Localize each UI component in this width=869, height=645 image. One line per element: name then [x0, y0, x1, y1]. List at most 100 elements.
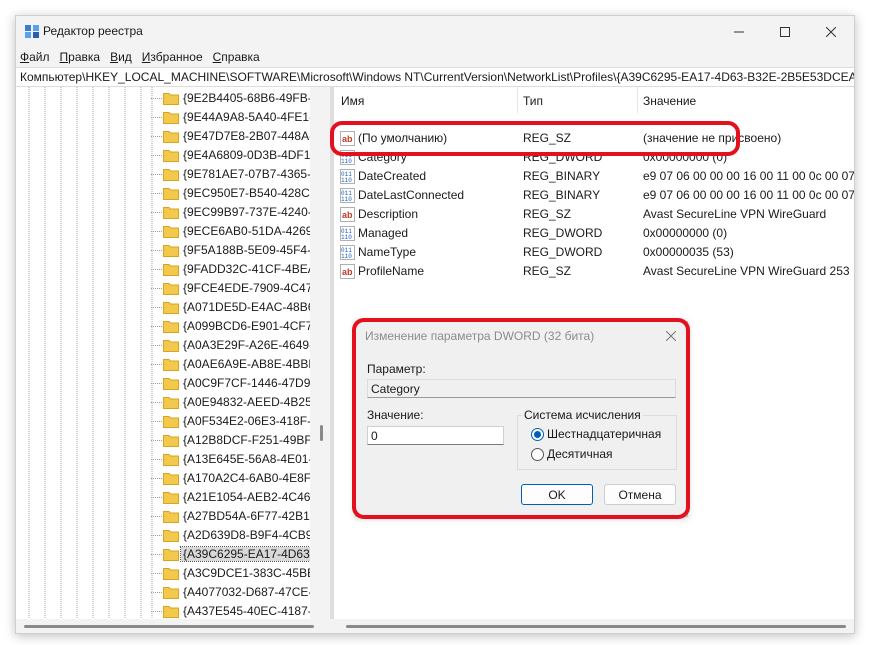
tree-connector	[151, 421, 162, 422]
tree-item[interactable]: {A0A3E29F-A26E-4649-8	[151, 336, 310, 355]
tree-item[interactable]: {9FCE4EDE-7909-4C47-8	[151, 279, 310, 298]
folder-icon	[163, 321, 179, 333]
list-hscroll-thumb[interactable]	[346, 625, 846, 628]
menu-edit[interactable]: Правка	[55, 47, 106, 67]
tree-item[interactable]: {A071DE5D-E4AC-48B6-	[151, 298, 310, 317]
tree-item[interactable]: {A0F534E2-06E3-418F-83	[151, 412, 310, 431]
tree-connector	[151, 516, 162, 517]
tree-item-label: {A27BD54A-6F77-42B1-8	[183, 509, 310, 523]
tree-connector	[151, 155, 162, 156]
svg-text:ab: ab	[342, 210, 353, 220]
tree-item[interactable]: {A12B8DCF-F251-49BF-E	[151, 431, 310, 450]
tree-item[interactable]: {9E2B4405-68B6-49FB-A	[151, 89, 310, 108]
tree-item[interactable]: {9E4A6809-0D3B-4DF1-8	[151, 146, 310, 165]
maximize-button[interactable]	[762, 16, 808, 47]
value-row[interactable]: ab Description REG_SZ Avast SecureLine VPN …	[334, 205, 854, 224]
column-separator	[637, 87, 638, 113]
tree-item[interactable]: {A4077032-D687-47CE-A	[151, 583, 310, 602]
dialog-close-button[interactable]	[661, 326, 681, 346]
dialog-title: Изменение параметра DWORD (32 бита)	[365, 329, 595, 343]
cancel-button[interactable]: Отмена	[604, 484, 676, 505]
radio-hexadecimal[interactable]: Шестнадцатеричная	[531, 427, 681, 443]
menu-view[interactable]: Вид	[105, 47, 137, 67]
value-row[interactable]: 011 110 NameType REG_DWORD 0x00000035 (53)	[334, 243, 854, 262]
value-name: DateCreated	[358, 169, 427, 183]
tree-item[interactable]: {A0C9F7CF-1446-47D9-E	[151, 374, 310, 393]
address-bar[interactable]: Компьютер\HKEY_LOCAL_MACHINE\SOFTWARE\Mi…	[16, 67, 854, 87]
svg-text:110: 110	[341, 196, 352, 203]
value-row[interactable]: 011 110 Managed REG_DWORD 0x00000000 (0)	[334, 224, 854, 243]
tree-item[interactable]: {A27BD54A-6F77-42B1-8	[151, 507, 310, 526]
folder-icon	[163, 340, 179, 352]
registry-key-tree[interactable]: {9E2B4405-68B6-49FB-A {9E44A9A8-5A40-4FE1…	[16, 87, 310, 619]
tree-item[interactable]: {A13E645E-56A8-4E01-A	[151, 450, 310, 469]
ok-button[interactable]: OK	[521, 484, 593, 505]
svg-text:110: 110	[341, 253, 352, 260]
tree-connector	[151, 136, 162, 137]
tree-connector	[151, 345, 162, 346]
folder-icon	[163, 473, 179, 485]
tree-item[interactable]: {9E44A9A8-5A40-4FE1-A	[151, 108, 310, 127]
menu-help[interactable]: Справка	[208, 47, 265, 67]
tree-item-label: {A0C9F7CF-1446-47D9-E	[183, 376, 310, 390]
tree-connector	[151, 364, 162, 365]
tree-connector	[151, 383, 162, 384]
tree-item[interactable]: {9F5A188B-5E09-45F4-B(	[151, 241, 310, 260]
tree-item[interactable]: {A21E1054-AEB2-4C46-9	[151, 488, 310, 507]
radio-dot	[531, 428, 544, 441]
tree-item[interactable]: {A2D639D8-B9F4-4CB9-	[151, 526, 310, 545]
tree-item[interactable]: {9EC950E7-B540-428C-8	[151, 184, 310, 203]
close-icon	[826, 26, 836, 37]
value-name: Category	[358, 150, 407, 164]
window-title: Редактор реестра	[43, 24, 143, 38]
minimize-button[interactable]	[716, 16, 762, 47]
tree-item[interactable]: {A099BCD6-E901-4CF7-8	[151, 317, 310, 336]
title-bar[interactable]: Редактор реестра	[16, 16, 854, 47]
value-type: REG_BINARY	[523, 188, 601, 202]
folder-icon	[163, 245, 179, 257]
tree-item-label: {A0F534E2-06E3-418F-83	[183, 414, 310, 428]
tree-vertical-scrollbar[interactable]	[314, 87, 330, 619]
menu-favorites[interactable]: Избранное	[137, 47, 208, 67]
tree-connector	[151, 98, 162, 99]
menu-bar: Файл Правка Вид Избранное Справка	[16, 47, 854, 67]
tree-item[interactable]: {9E47D7E8-2B07-448A-B	[151, 127, 310, 146]
svg-text:110: 110	[341, 177, 352, 184]
value-row[interactable]: ab (По умолчанию) REG_SZ (значение не присв…	[334, 129, 854, 148]
binary-value-icon: 011110	[340, 188, 355, 203]
horizontal-scrollbars[interactable]	[16, 619, 854, 633]
tree-item[interactable]: {A0AE6A9E-AB8E-4BBB-	[151, 355, 310, 374]
tree-item[interactable]: {9FADD32C-41CF-4BEA-	[151, 260, 310, 279]
close-button[interactable]	[808, 16, 854, 47]
tree-item[interactable]: {9EC99B97-737E-4240-B(	[151, 203, 310, 222]
tree-item[interactable]: {9ECE6AB0-51DA-4269-A	[151, 222, 310, 241]
value-type: REG_SZ	[523, 131, 572, 145]
column-header-name[interactable]: Имя	[341, 94, 364, 108]
tree-item-label: {9E2B4405-68B6-49FB-A	[183, 91, 310, 105]
folder-icon	[163, 568, 179, 580]
tree-item[interactable]: {A3C9DCE1-383C-45BE-	[151, 564, 310, 583]
tree-item-label: {9E4A6809-0D3B-4DF1-8	[183, 148, 310, 162]
value-row[interactable]: 011 110 Category REG_DWORD 0x00000000 (0)	[334, 148, 854, 167]
tree-connector	[151, 611, 162, 612]
tree-item[interactable]: {A170A2C4-6AB0-4E8F-8	[151, 469, 310, 488]
tree-item[interactable]: {A39C6295-EA17-4D63-E	[151, 545, 310, 564]
value-type: REG_SZ	[523, 264, 572, 278]
param-label: Параметр:	[367, 362, 426, 376]
value-row[interactable]: 011 110 DateLastConnected REG_BINARY e9 07 0…	[334, 186, 854, 205]
value-row[interactable]: ab ProfileName REG_SZ Avast SecureLine VPN …	[334, 262, 854, 281]
folder-icon	[163, 378, 179, 390]
scroll-thumb[interactable]	[320, 425, 323, 441]
radio-decimal[interactable]: Десятичная	[531, 447, 681, 463]
menu-file[interactable]: Файл	[16, 47, 55, 67]
column-header-value[interactable]: Значение	[643, 94, 696, 108]
tree-item[interactable]: {9E781AE7-07B7-4365-9(	[151, 165, 310, 184]
tree-hscroll-thumb[interactable]	[24, 625, 314, 628]
tree-item[interactable]: {A0E94832-AEED-4B25-9	[151, 393, 310, 412]
column-header-type[interactable]: Тип	[523, 94, 543, 108]
tree-item[interactable]: {A437E545-40EC-4187-8I	[151, 602, 310, 619]
value-row[interactable]: 011 110 DateCreated REG_BINARY e9 07 06 00 0…	[334, 167, 854, 186]
value-data-input[interactable]: 0	[367, 426, 504, 445]
tree-connector	[151, 212, 162, 213]
folder-icon	[163, 264, 179, 276]
